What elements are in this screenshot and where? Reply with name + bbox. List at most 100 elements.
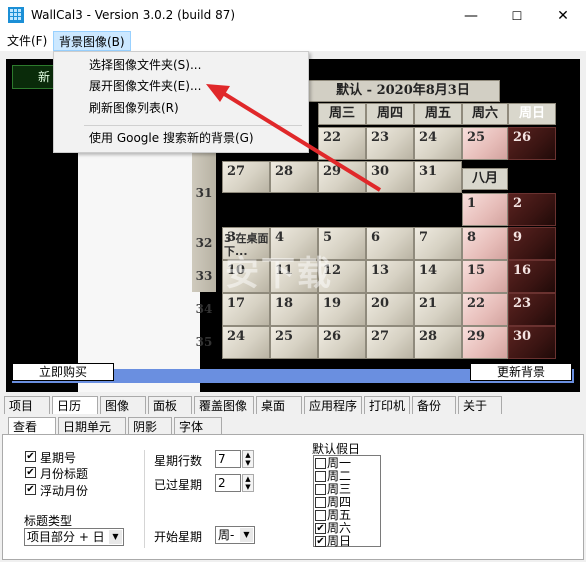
start-week-label: 开始星期 — [154, 530, 203, 544]
main-tab[interactable]: 桌面 — [256, 396, 302, 414]
week-number: 33 — [195, 269, 213, 283]
day-cell: 24 — [414, 127, 462, 160]
holiday-checkbox[interactable] — [315, 497, 326, 508]
holiday-checkbox[interactable]: ✔ — [315, 523, 326, 534]
day-cell: 2 — [508, 193, 556, 226]
day-cell: 24 — [222, 326, 270, 359]
holiday-label-text: 周四 — [327, 495, 352, 509]
weekday-header: 周六 — [462, 103, 508, 125]
day-cell: 6 — [366, 227, 414, 260]
holiday-checkbox[interactable] — [315, 484, 326, 495]
holiday-checkbox[interactable] — [315, 458, 326, 469]
day-cell: 15 — [462, 260, 508, 293]
week-number: 34 — [195, 302, 213, 316]
day-cell: 19 — [318, 293, 366, 326]
main-tab[interactable]: 日历 — [52, 396, 98, 414]
day-cell: 26 — [318, 326, 366, 359]
menu-item-select-folder[interactable]: 选择图像文件夹(S)... — [89, 55, 201, 75]
day-cell: 29 — [462, 326, 508, 359]
holiday-item[interactable]: ✔ 周日 — [315, 535, 351, 548]
day-cell: 17 — [222, 293, 270, 326]
holiday-label-text: 周二 — [327, 469, 352, 483]
checkbox-label: 月份标题 — [40, 467, 89, 481]
close-button[interactable]: ✕ — [540, 0, 586, 31]
week-rows-spinner[interactable]: ▲ ▼ — [242, 450, 254, 468]
start-week-value: 周- — [218, 528, 235, 542]
day-cell: 7 — [414, 227, 462, 260]
day-cell: 21 — [414, 293, 462, 326]
main-tab[interactable]: 备份 — [412, 396, 456, 414]
weekday-header: 周五 — [414, 103, 462, 125]
main-tab[interactable]: 图像 — [100, 396, 146, 414]
week-number: 32 — [195, 236, 213, 250]
sub-tab[interactable]: 查看 — [8, 417, 56, 435]
main-tab[interactable]: 覆盖图像 — [194, 396, 254, 414]
title-type-label: 标题类型 — [24, 514, 73, 528]
checkbox-label: 浮动月份 — [40, 484, 89, 498]
holiday-checkbox[interactable]: ✔ — [315, 536, 326, 547]
main-tab[interactable]: 打印机 — [364, 396, 410, 414]
sub-tab[interactable]: 字体 — [174, 417, 222, 435]
window-title: WallCal3 - Version 3.0.2 (build 87) — [31, 8, 236, 22]
day-cell: 25 — [462, 127, 508, 160]
day-cell: 22 — [462, 293, 508, 326]
holiday-label-text: 周一 — [327, 456, 352, 470]
holiday-label-text: 周六 — [327, 521, 352, 535]
title-type-select[interactable]: 项目部分 + 日 ▼ — [24, 528, 124, 546]
past-weeks-spinner[interactable]: ▲ ▼ — [242, 474, 254, 492]
checkbox-floating-month[interactable]: ✔ — [25, 484, 36, 495]
chevron-down-icon: ▼ — [240, 528, 253, 542]
minimize-button[interactable]: — — [448, 0, 494, 31]
menu-file[interactable]: 文件(F) — [2, 31, 52, 51]
holiday-label-text: 周三 — [327, 482, 352, 496]
week-number: 35 — [195, 335, 213, 349]
menu-item-refresh-list[interactable]: 刷新图像列表(R) — [89, 98, 179, 118]
holiday-label-text: 周五 — [327, 508, 352, 522]
day-cell: 8 — [462, 227, 508, 260]
menu-background[interactable]: 背景图像(B) — [53, 31, 131, 51]
day-cell: 28 — [414, 326, 462, 359]
holiday-checkbox[interactable] — [315, 510, 326, 521]
checkbox-week-number[interactable]: ✔ — [25, 451, 36, 462]
chevron-down-icon: ▼ — [109, 530, 122, 544]
day-cell: 25 — [270, 326, 318, 359]
holiday-label-text: 周日 — [327, 534, 352, 548]
title-type-value: 项目部分 + 日 — [27, 530, 105, 544]
red-arrow-icon — [206, 84, 382, 192]
checkbox-month-title[interactable]: ✔ — [25, 467, 36, 478]
week-rows-label: 星期行数 — [154, 454, 203, 468]
month-label: 八月 — [462, 168, 508, 190]
menu-item-expand-folder[interactable]: 展开图像文件夹(E)... — [89, 76, 201, 96]
day-cell: 16 — [508, 260, 556, 293]
buy-now-button[interactable]: 立即购买 — [12, 363, 114, 381]
day-cell: 31 — [414, 161, 462, 193]
day-cell: 20 — [366, 293, 414, 326]
overlap-text: 3 在桌面下... — [224, 232, 269, 258]
start-week-select[interactable]: 周- ▼ — [215, 526, 255, 544]
weekday-header: 周日 — [508, 103, 556, 125]
refresh-background-button[interactable]: 更新背景 — [470, 363, 572, 381]
day-cell: 14 — [414, 260, 462, 293]
divider — [144, 450, 145, 548]
main-tab[interactable]: 关于 — [458, 396, 502, 414]
checkbox-label: 星期号 — [40, 451, 77, 465]
day-cell: 18 — [270, 293, 318, 326]
day-cell: 27 — [366, 326, 414, 359]
past-weeks-input[interactable]: 2 — [215, 474, 241, 492]
sub-tab[interactable]: 阴影 — [128, 417, 172, 435]
day-cell: 30 — [508, 326, 556, 359]
main-tab[interactable]: 项目 — [4, 396, 50, 414]
day-cell: 9 — [508, 227, 556, 260]
main-tab[interactable]: 面板 — [148, 396, 192, 414]
past-weeks-label: 已过星期 — [154, 478, 203, 492]
main-tab[interactable]: 应用程序 — [304, 396, 362, 414]
day-cell: 23 — [508, 293, 556, 326]
week-rows-input[interactable]: 7 — [215, 450, 241, 468]
day-cell: 26 — [508, 127, 556, 160]
maximize-button[interactable]: ☐ — [494, 0, 540, 31]
day-cell: 1 — [462, 193, 508, 226]
app-icon — [8, 7, 24, 23]
sub-tab[interactable]: 日期单元格 — [58, 417, 126, 452]
holiday-checkbox[interactable] — [315, 471, 326, 482]
day-cell: 13 — [366, 260, 414, 293]
